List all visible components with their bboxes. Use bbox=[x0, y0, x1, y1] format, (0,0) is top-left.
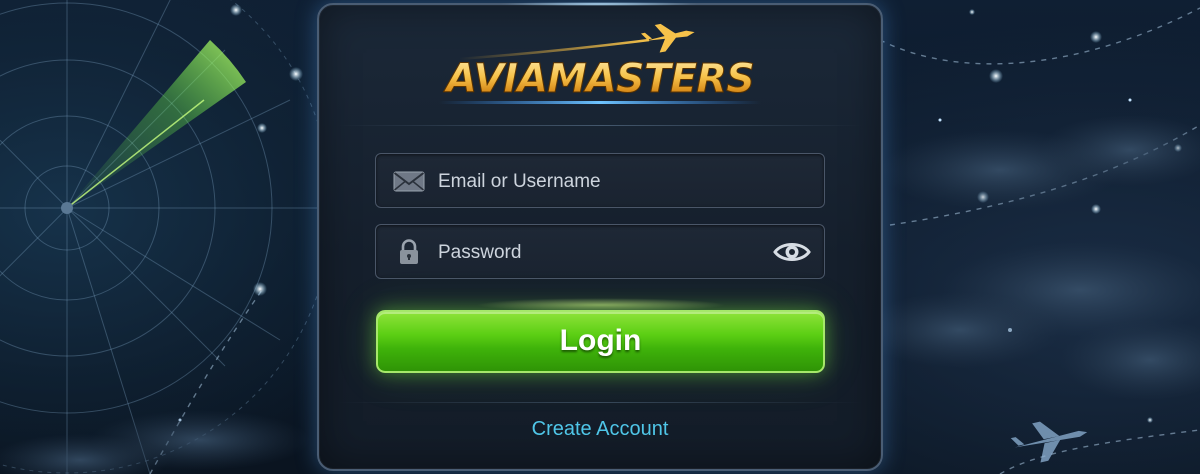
login-screen: AVIAMASTERS Email or Username Login Crea… bbox=[0, 0, 1200, 474]
email-field[interactable] bbox=[375, 153, 825, 209]
brand-logo: AVIAMASTERS bbox=[319, 23, 881, 113]
footer-divider bbox=[337, 402, 863, 403]
lock-icon bbox=[400, 239, 418, 264]
login-panel: AVIAMASTERS Email or Username Login Crea… bbox=[317, 2, 883, 471]
password-field[interactable] bbox=[375, 224, 825, 280]
header-divider bbox=[337, 125, 863, 126]
email-input[interactable] bbox=[436, 154, 770, 209]
login-button[interactable]: Login bbox=[376, 310, 825, 373]
password-input[interactable] bbox=[436, 225, 770, 280]
panel-glow bbox=[499, 2, 699, 6]
airplane-silhouette-icon bbox=[1010, 421, 1088, 463]
logo-text: AVIAMASTERS bbox=[443, 56, 754, 102]
envelope-icon bbox=[393, 171, 425, 192]
radar-icon bbox=[0, 0, 333, 474]
eye-icon[interactable] bbox=[772, 238, 812, 266]
airplane-icon bbox=[640, 23, 695, 53]
create-account-link[interactable]: Create Account bbox=[500, 416, 700, 442]
